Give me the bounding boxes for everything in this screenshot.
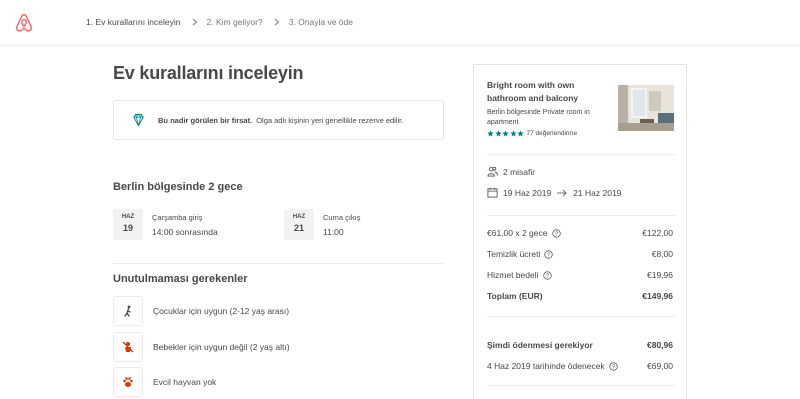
card-divider <box>487 215 675 216</box>
date-from: 19 Haz 2019 <box>503 187 552 198</box>
star-icon <box>502 130 509 137</box>
rule-item: Bebekler için uygun değil (2 yaş altı) <box>113 332 290 362</box>
paw-icon <box>123 377 133 387</box>
checkin-time: 14:00 sonrasında <box>152 227 218 237</box>
total-label: Toplam (EUR) <box>487 291 543 301</box>
help-icon[interactable]: ? <box>542 270 552 280</box>
help-icon[interactable]: ? <box>551 228 561 238</box>
booking-summary-card: Bright room with own bathroom and balcon… <box>473 64 687 399</box>
room-photo-image <box>618 85 674 131</box>
checkout-date-badge: HAZ 21 <box>284 209 314 240</box>
price-row-cleaning: Temizlik ücreti ? €8,00 <box>487 249 673 259</box>
checkout-steps-breadcrumb: 1. Ev kurallarını inceleyin 2. Kim geliy… <box>86 17 353 27</box>
rule-text: Bebekler için uygun değil (2 yaş altı) <box>153 342 290 352</box>
listing-subtitle: Berlin bölgesinde Private room in apartm… <box>487 109 590 126</box>
guests-count: 2 misafir <box>503 166 536 177</box>
card-divider <box>487 316 675 317</box>
step-confirm-and-pay[interactable]: 3. Onayla ve öde <box>289 17 353 27</box>
checkout-block: HAZ 21 Cuma çıkış 11:00 <box>284 209 361 240</box>
price-row-total: Toplam (EUR) €149,96 <box>487 291 673 301</box>
stay-title: Berlin bölgesinde 2 gece <box>113 181 243 193</box>
due-later-label: 4 Haz 2019 tarihinde ödenecek <box>487 361 605 371</box>
due-now-label: Şimdi ödenmesi gerekiyor <box>487 340 593 350</box>
chevron-right-icon <box>274 18 279 26</box>
section-divider <box>113 263 444 264</box>
due-later-row: 4 Haz 2019 tarihinde ödenecek ? €69,00 <box>487 361 673 371</box>
child-icon <box>124 305 131 317</box>
chevron-right-icon <box>192 18 197 26</box>
card-divider <box>487 154 675 155</box>
checkin-label: Çarşamba giriş <box>152 213 203 222</box>
guests-row: 2 misafir <box>487 166 535 177</box>
checkin-block: HAZ 19 Çarşamba giriş 14:00 sonrasında <box>113 209 218 240</box>
star-icon <box>487 130 494 137</box>
rule-text: Evcil hayvan yok <box>153 377 217 387</box>
checkin-date-badge: HAZ 19 <box>113 209 143 240</box>
checkout-time: 11:00 <box>323 227 344 237</box>
help-icon[interactable]: ? <box>609 361 618 371</box>
dates-row: 19 Haz 2019 21 Haz 2019 <box>487 187 621 198</box>
star-icon <box>517 130 524 137</box>
price-row-service: Hizmet bedeli ? €19,96 <box>487 270 673 280</box>
rare-find-title: Bu nadir görülen bir fırsat. <box>158 115 253 125</box>
rule-item: Çocuklar için uygun (2-12 yaş arası) <box>113 296 289 326</box>
due-now-value: €80,96 <box>647 340 673 350</box>
checkout-label: Cuma çıkış <box>323 213 361 222</box>
page-title: Ev kurallarını inceleyin <box>113 63 304 83</box>
due-now-row: Şimdi ödenmesi gerekiyor €80,96 <box>487 340 673 350</box>
listing-photo[interactable] <box>618 85 674 131</box>
top-header: 1. Ev kurallarını inceleyin 2. Kim geliy… <box>0 0 800 46</box>
star-icon <box>509 130 517 137</box>
rules-title: Unutulmaması gerekenler <box>113 273 248 285</box>
card-divider <box>487 385 675 386</box>
rare-find-notice: Bu nadir görülen bir fırsat. Olga adlı ki… <box>113 100 444 140</box>
review-count: 77 değerlendirme <box>526 130 578 137</box>
airbnb-logo-icon[interactable] <box>15 13 33 33</box>
listing-title[interactable]: Bright room with own bathroom and balcon… <box>487 79 607 105</box>
arrow-right-icon <box>557 189 567 196</box>
rare-find-text: Olga adlı kişinin yeri genellikle rezerv… <box>256 115 404 125</box>
price-row-nightly: €61,00 x 2 gece ? €122,00 <box>487 228 673 238</box>
no-infants-icon <box>122 341 134 353</box>
rule-text: Çocuklar için uygun (2-12 yaş arası) <box>153 306 290 316</box>
star-icon <box>494 130 502 137</box>
help-icon[interactable]: ? <box>544 249 554 259</box>
calendar-icon <box>487 187 498 198</box>
diamond-icon <box>133 113 144 127</box>
date-to: 21 Haz 2019 <box>573 187 622 198</box>
due-later-value: €69,00 <box>647 361 673 371</box>
guests-icon <box>487 166 498 177</box>
rule-item: Evcil hayvan yok <box>113 367 216 397</box>
step-who-is-coming[interactable]: 2. Kim geliyor? <box>207 17 263 27</box>
total-value: €149,96 <box>642 291 673 301</box>
rating: 77 değerlendirme <box>487 130 577 137</box>
step-review-rules[interactable]: 1. Ev kurallarını inceleyin <box>86 17 181 27</box>
